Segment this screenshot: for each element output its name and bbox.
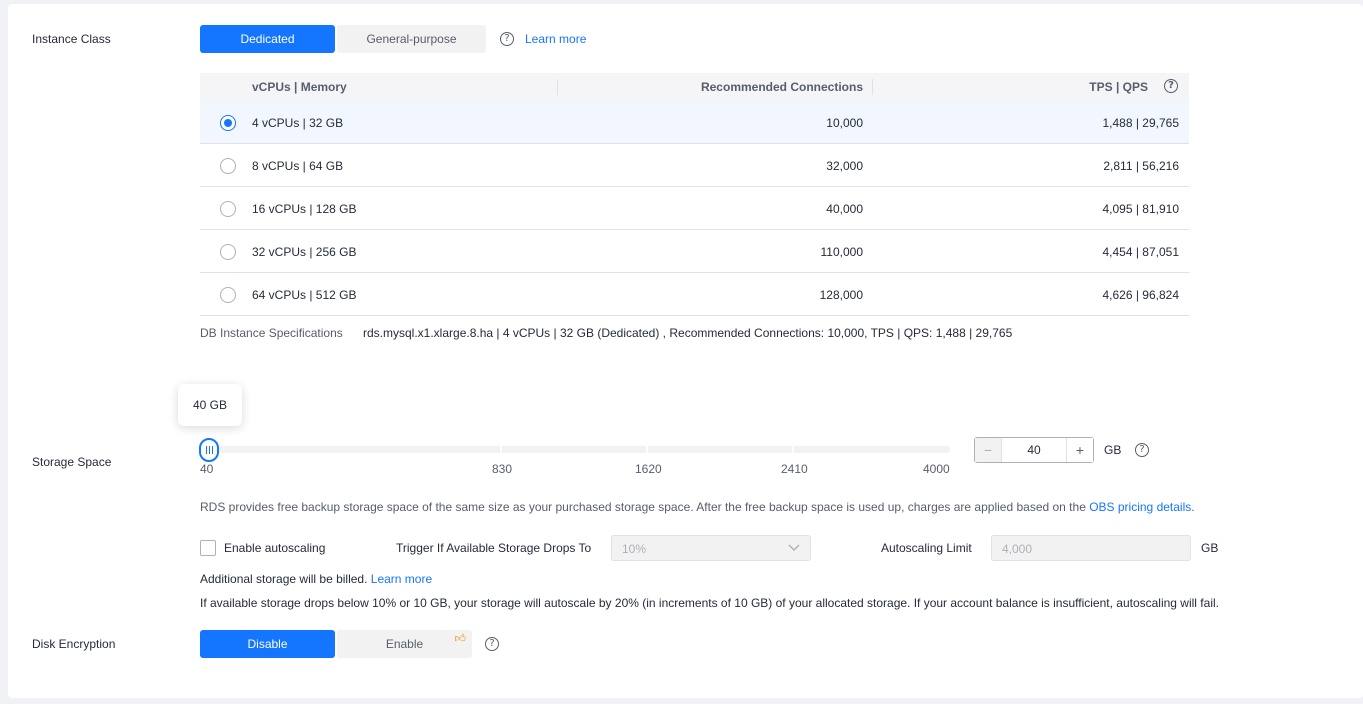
row-radio[interactable] [220, 244, 236, 260]
instance-class-label: Instance Class [32, 32, 111, 46]
instance-class-help-icon[interactable]: ? [500, 32, 514, 46]
autoscaling-learn-more-link[interactable]: Learn more [371, 572, 432, 586]
storage-help-icon[interactable]: ? [1135, 443, 1149, 457]
slider-tick [646, 446, 648, 453]
storage-space-label: Storage Space [32, 455, 112, 469]
header-divider [872, 79, 873, 95]
config-panel: Instance Class Dedicated General-purpose… [8, 4, 1363, 698]
slider-mark: 830 [492, 462, 513, 476]
backup-note: RDS provides free backup storage space o… [200, 500, 1195, 514]
row-connections: 110,000 [820, 245, 864, 259]
stepper-decrement-button[interactable]: − [975, 438, 1001, 462]
row-spec: 64 vCPUs | 512 GB [252, 288, 357, 302]
autoscaling-limit-unit: GB [1201, 541, 1219, 555]
row-connections: 40,000 [826, 202, 863, 216]
table-row[interactable]: 8 vCPUs | 64 GB 32,000 2,811 | 56,216 [200, 144, 1189, 187]
slider-tick [792, 446, 794, 453]
row-spec: 16 vCPUs | 128 GB [252, 202, 357, 216]
row-radio[interactable] [220, 158, 236, 174]
row-spec: 32 vCPUs | 256 GB [252, 245, 357, 259]
row-tps-qps: 2,811 | 56,216 [1103, 159, 1179, 173]
storage-unit: GB [1104, 443, 1122, 457]
storage-slider-tooltip: 40 GB [178, 384, 242, 426]
row-connections: 10,000 [826, 116, 863, 130]
disk-encryption-help-icon[interactable]: ? [485, 637, 499, 651]
storage-stepper-input[interactable]: 40 [1001, 438, 1067, 462]
instance-class-segmented: Dedicated General-purpose [200, 25, 486, 53]
slider-mark: 40 [200, 462, 214, 476]
slider-tick [500, 446, 502, 453]
row-radio[interactable] [220, 201, 236, 217]
row-spec: 8 vCPUs | 64 GB [252, 159, 344, 173]
autoscaling-limit-input[interactable]: 4,000 [991, 535, 1191, 561]
trigger-label: Trigger If Available Storage Drops To [396, 541, 592, 555]
chevron-down-icon [788, 544, 800, 551]
disk-encryption-enable-button[interactable]: Enable 👍︎ [337, 630, 472, 658]
row-spec: 4 vCPUs | 32 GB [252, 116, 344, 130]
row-connections: 32,000 [826, 159, 863, 173]
enable-autoscaling-checkbox[interactable] [200, 540, 216, 556]
row-tps-qps: 4,626 | 96,824 [1102, 288, 1179, 302]
autoscaling-info: If available storage drops below 10% or … [200, 596, 1219, 610]
instance-class-learn-more-link[interactable]: Learn more [525, 32, 586, 46]
row-tps-qps: 1,488 | 29,765 [1102, 116, 1179, 130]
db-spec-value: rds.mysql.x1.xlarge.8.ha | 4 vCPUs | 32 … [363, 326, 1013, 340]
table-row[interactable]: 64 vCPUs | 512 GB 128,000 4,626 | 96,824 [200, 273, 1189, 316]
header-vcpus-memory: vCPUs | Memory [252, 80, 347, 94]
slider-mark: 4000 [923, 462, 950, 476]
table-row[interactable]: 32 vCPUs | 256 GB 110,000 4,454 | 87,051 [200, 230, 1189, 273]
storage-slider-handle[interactable] [199, 438, 219, 462]
table-row[interactable]: 16 vCPUs | 128 GB 40,000 4,095 | 81,910 [200, 187, 1189, 230]
billing-note: Additional storage will be billed. Learn… [200, 572, 433, 586]
enable-autoscaling-label: Enable autoscaling [224, 541, 326, 555]
table-row[interactable]: 4 vCPUs | 32 GB 10,000 1,488 | 29,765 [200, 101, 1189, 144]
obs-pricing-link[interactable]: OBS pricing details [1089, 500, 1191, 514]
tps-qps-help-icon[interactable]: ? [1164, 79, 1178, 93]
storage-stepper: − 40 + [974, 437, 1094, 463]
autoscaling-limit-label: Autoscaling Limit [881, 541, 972, 555]
row-tps-qps: 4,454 | 87,051 [1102, 245, 1179, 259]
thumbs-up-icon: 👍︎ [454, 633, 467, 645]
disk-encryption-label: Disk Encryption [32, 637, 116, 651]
trigger-threshold-select[interactable]: 10% [611, 535, 811, 561]
row-tps-qps: 4,095 | 81,910 [1102, 202, 1179, 216]
slider-mark: 1620 [635, 462, 662, 476]
instance-class-dedicated-button[interactable]: Dedicated [200, 25, 335, 53]
slider-mark: 2410 [781, 462, 808, 476]
instance-spec-table: vCPUs | Memory Recommended Connections T… [200, 73, 1189, 316]
storage-slider-track[interactable] [208, 446, 950, 453]
db-spec-label: DB Instance Specifications [200, 326, 343, 340]
instance-class-general-purpose-button[interactable]: General-purpose [337, 25, 486, 53]
row-connections: 128,000 [819, 288, 863, 302]
header-recommended-connections: Recommended Connections [700, 80, 863, 94]
stepper-increment-button[interactable]: + [1067, 438, 1093, 462]
header-divider [557, 79, 558, 95]
disk-encryption-segmented: Disable Enable 👍︎ [200, 630, 472, 658]
disk-encryption-disable-button[interactable]: Disable [200, 630, 335, 658]
header-tps-qps: TPS | QPS [1089, 80, 1148, 94]
table-header: vCPUs | Memory Recommended Connections T… [200, 73, 1189, 101]
row-radio-selected[interactable] [220, 115, 236, 131]
row-radio[interactable] [220, 287, 236, 303]
